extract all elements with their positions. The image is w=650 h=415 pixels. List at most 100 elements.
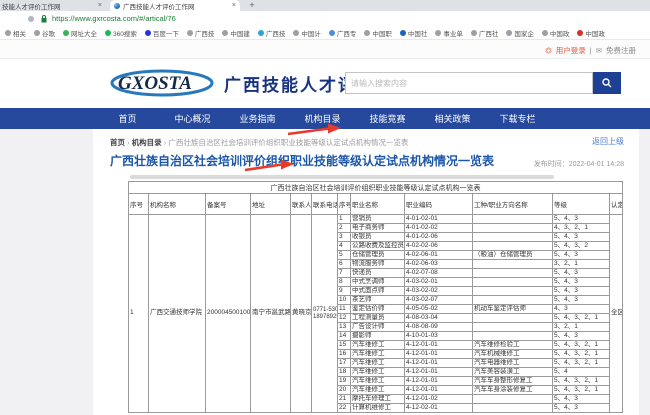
occupation-code: 4-12-01-01 bbox=[405, 377, 473, 386]
occupation-name: 中式面点师 bbox=[351, 287, 405, 296]
bookmark-favicon bbox=[471, 30, 477, 36]
bookmark-favicon bbox=[5, 30, 11, 36]
row-seq: 8 bbox=[338, 278, 351, 287]
bookmark-favicon bbox=[34, 30, 40, 36]
bookmark-item[interactable]: 中国社 bbox=[400, 28, 428, 38]
breadcrumb-separator: › bbox=[164, 138, 167, 147]
work-direction bbox=[473, 269, 553, 278]
occupation-name: 汽车维修工 bbox=[351, 386, 405, 395]
breadcrumb-section[interactable]: 机构目录 bbox=[132, 138, 162, 147]
bookmark-item[interactable]: 中国职 bbox=[364, 28, 392, 38]
breadcrumb-home[interactable]: 首页 bbox=[110, 138, 125, 147]
register-link[interactable]: 免费注册 bbox=[606, 45, 636, 56]
certification-scope: 全区 bbox=[610, 215, 623, 413]
occupation-name: 汽车维修工 bbox=[351, 359, 405, 368]
row-seq: 14 bbox=[338, 332, 351, 341]
extension-icon[interactable] bbox=[28, 16, 34, 22]
bookmark-label: 中国计 bbox=[301, 28, 321, 38]
work-direction: 汽车美容装潢工 bbox=[473, 368, 553, 377]
bookmark-item[interactable]: 中国建 bbox=[222, 28, 250, 38]
org-seq: 1 bbox=[129, 215, 149, 413]
browser-tab-active[interactable]: 广西技能人才评价工作网 × bbox=[110, 0, 240, 11]
address-bar[interactable]: https://www.gxrcosta.com/#/artical/76 bbox=[0, 11, 650, 26]
nav-item-3[interactable]: 业务指南 bbox=[225, 112, 290, 125]
work-direction: 机动车鉴定评估师 bbox=[473, 305, 553, 314]
url-text[interactable]: https://www.gxrcosta.com/#/artical/76 bbox=[52, 14, 176, 23]
row-seq: 20 bbox=[338, 386, 351, 395]
bookmark-item[interactable]: 相关 bbox=[5, 28, 26, 38]
nav-item-6[interactable]: 相关政策 bbox=[420, 112, 485, 125]
search-input[interactable] bbox=[345, 72, 593, 94]
occupation-code: 4-01-02-06 bbox=[405, 233, 473, 242]
nav-item-7[interactable]: 下载专栏 bbox=[485, 112, 550, 125]
work-direction bbox=[473, 314, 553, 323]
bookmark-item[interactable]: 360搜索 bbox=[105, 28, 137, 38]
column-header: 联系电话 bbox=[312, 194, 338, 215]
column-header: 机构名称 bbox=[149, 194, 206, 215]
bookmark-item[interactable]: 广西技 bbox=[258, 28, 286, 38]
tab-close-icon[interactable]: × bbox=[98, 2, 102, 9]
bookmark-label: 网址大全 bbox=[71, 28, 97, 38]
work-direction bbox=[473, 296, 553, 305]
bookmark-label: 广西社 bbox=[479, 28, 499, 38]
bookmark-item[interactable]: 谷歌 bbox=[34, 28, 55, 38]
row-seq: 3 bbox=[338, 233, 351, 242]
occupation-name: 汽车维修工 bbox=[351, 377, 405, 386]
levels: 5、4、3、2、1 bbox=[553, 350, 610, 359]
occupation-name: 快递员 bbox=[351, 269, 405, 278]
occupation-code: 4-03-02-01 bbox=[405, 278, 473, 287]
site-top-strip: ⏣ 用户登录 | ✉ 免费注册 bbox=[0, 40, 650, 59]
page-title: 广西壮族自治区社会培训评价组织职业技能等级认定试点机构情况一览表 bbox=[110, 152, 530, 169]
nav-item-2[interactable]: 中心概况 bbox=[160, 112, 225, 125]
bookmark-item[interactable]: 广西专 bbox=[329, 28, 357, 38]
tab-strip: 技能人才评价工作网 × 广西技能人才评价工作网 × + bbox=[0, 0, 650, 11]
breadcrumb-separator: › bbox=[127, 138, 130, 147]
table-horizontal-scrollbar[interactable] bbox=[130, 175, 554, 179]
back-to-parent-link[interactable]: 返回上级 bbox=[592, 136, 624, 147]
occupation-code: 4-12-01-01 bbox=[405, 368, 473, 377]
table-row: 1广西交通技师学院2000045001001南宁市邕武路9号黄晓京0771-53… bbox=[129, 215, 623, 224]
row-seq: 12 bbox=[338, 314, 351, 323]
bookmark-item[interactable]: 事业单 bbox=[435, 28, 463, 38]
bookmark-favicon bbox=[187, 30, 193, 36]
occupation-code: 4-12-01-01 bbox=[405, 341, 473, 350]
bookmark-item[interactable]: 百度一下 bbox=[145, 28, 179, 38]
bookmark-item[interactable]: 中国政 bbox=[542, 28, 570, 38]
login-link[interactable]: 用户登录 bbox=[556, 45, 586, 56]
bookmark-favicon bbox=[435, 30, 441, 36]
bookmark-item[interactable]: 中国政 bbox=[577, 28, 605, 38]
bookmark-item[interactable]: 广西社 bbox=[471, 28, 499, 38]
levels: 5、4、3 bbox=[553, 395, 610, 404]
new-tab-button[interactable]: + bbox=[246, 0, 258, 11]
nav-item-5[interactable]: 技能竞赛 bbox=[355, 112, 420, 125]
search-icon bbox=[602, 78, 612, 88]
bookmark-favicon bbox=[577, 30, 583, 36]
work-direction bbox=[473, 332, 553, 341]
org-phone: 0771-530473318978925904 bbox=[312, 215, 338, 413]
levels: 3、2、1 bbox=[553, 323, 610, 332]
tab-close-icon[interactable]: × bbox=[232, 2, 236, 9]
browser-window: 技能人才评价工作网 × 广西技能人才评价工作网 × + https://www.… bbox=[0, 0, 650, 415]
table-header-row: 序号机构名称备案号地址联系人联系电话序号职业名称职业编码工种/职业方向名称等级认… bbox=[129, 194, 623, 215]
occupation-name: 汽车维修工 bbox=[351, 368, 405, 377]
bookmark-item[interactable]: 中国计 bbox=[293, 28, 321, 38]
bookmark-item[interactable]: 网址大全 bbox=[63, 28, 97, 38]
bookmark-item[interactable]: 国家企 bbox=[506, 28, 534, 38]
row-seq: 2 bbox=[338, 224, 351, 233]
search-button[interactable] bbox=[593, 72, 621, 94]
occupation-code: 4-02-02-06 bbox=[405, 242, 473, 251]
work-direction: 汽车车身整形修复工 bbox=[473, 377, 553, 386]
occupation-name: 电子商务师 bbox=[351, 224, 405, 233]
occupation-code: 4-12-01-01 bbox=[405, 359, 473, 368]
levels: 5、4、3 bbox=[553, 278, 610, 287]
work-direction: 汽车电器维修工 bbox=[473, 359, 553, 368]
levels: 5、4、3 bbox=[553, 251, 610, 260]
bookmarks-bar: 相关谷歌网址大全360搜索百度一下广西技中国建广西技中国计广西专中国职中国社事业… bbox=[0, 26, 650, 40]
work-direction bbox=[473, 242, 553, 251]
browser-tab-inactive[interactable]: 技能人才评价工作网 × bbox=[0, 0, 106, 11]
logo-swoosh-icon: GXOSTA bbox=[110, 66, 220, 100]
bookmark-item[interactable]: 广西技 bbox=[187, 28, 215, 38]
nav-item-1[interactable]: 首页 bbox=[95, 112, 160, 125]
levels: 5、4、3 bbox=[553, 269, 610, 278]
tab-title: 技能人才评价工作网 bbox=[2, 1, 61, 11]
